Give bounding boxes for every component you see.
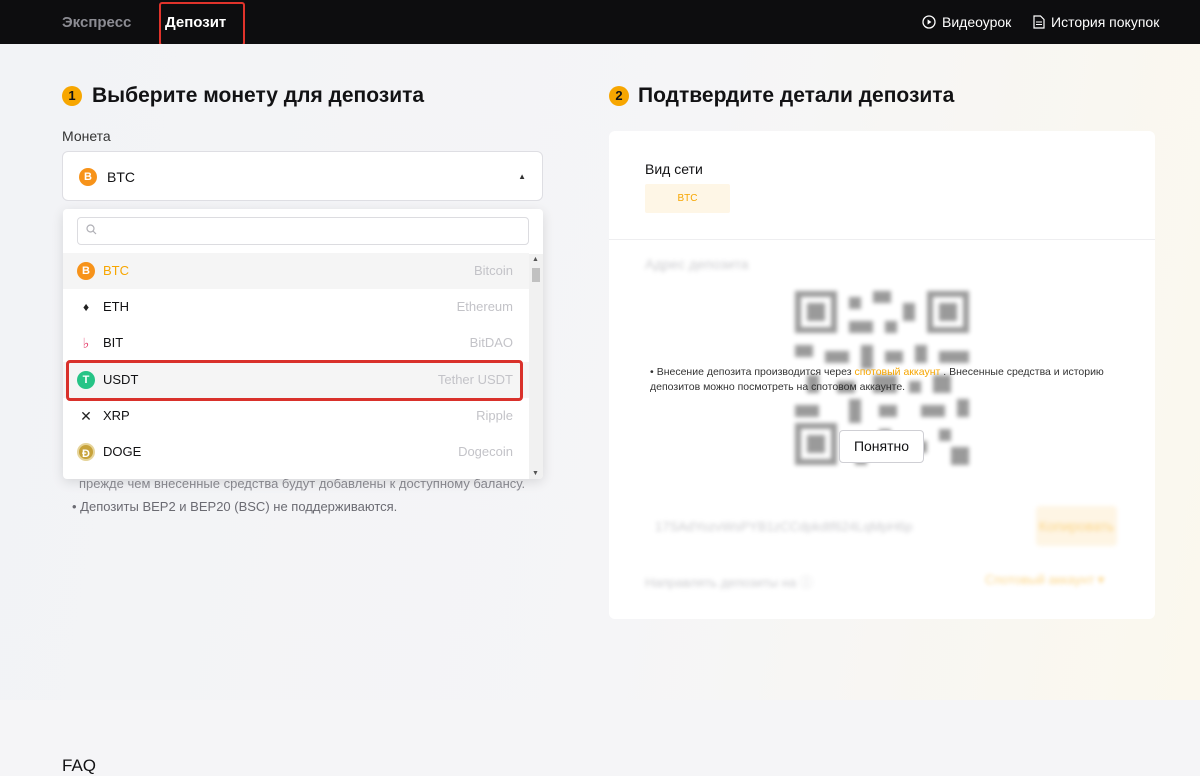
copy-address-button[interactable]: Копировать — [1036, 506, 1117, 546]
btc-coin-icon: B — [79, 168, 97, 186]
video-tutorial-label: Видеоурок — [942, 14, 1012, 30]
highlight-box-deposit-tab — [159, 2, 245, 46]
deposit-destination-select[interactable]: Спотовый аккаунт ▾ — [985, 572, 1104, 588]
eth-coin-icon: ♦ — [82, 300, 90, 314]
highlight-box-usdt — [66, 360, 523, 401]
coin-search-input[interactable] — [77, 217, 529, 245]
coin-option-name: Ethereum — [456, 299, 513, 314]
caret-up-icon: ▲ — [518, 172, 526, 181]
deposit-note-bep: • Депозиты BEP2 и BEP20 (BSC) не поддерж… — [72, 499, 398, 514]
coin-dropdown: B BTC Bitcoin ♦ ETH Ethereum ♭ BIT BitDA… — [63, 209, 543, 479]
video-tutorial-link[interactable]: Видеоурок — [922, 14, 1011, 30]
coin-option-symbol: XRP — [103, 408, 130, 423]
info-text-before: Внесение депозита производится через — [656, 366, 855, 378]
coin-option-bit[interactable]: ♭ BIT BitDAO — [63, 325, 529, 361]
coin-option-symbol: BTC — [103, 263, 129, 278]
info-bullet: • — [650, 366, 654, 378]
purchase-history-link[interactable]: История покупок — [1033, 14, 1159, 30]
play-circle-icon — [922, 15, 936, 29]
top-navigation-bar: Экспресс Депозит Видеоурок История покуп… — [0, 0, 1200, 46]
faq-heading: FAQ — [62, 756, 97, 775]
coin-option-name: BitDAO — [469, 335, 513, 350]
coin-option-eth[interactable]: ♦ ETH Ethereum — [63, 289, 529, 325]
coin-option-symbol: ETH — [103, 299, 129, 314]
step-2-badge: 2 — [609, 86, 629, 106]
deposit-address-value: 17SAdYozvWsPYB1zCCdpkdtf624LqMpH6p — [655, 519, 913, 534]
coin-option-symbol: BIT — [103, 335, 124, 350]
coin-select[interactable]: B BTC ▲ — [62, 151, 543, 201]
spot-account-link[interactable]: спотовый аккаунт — [854, 366, 940, 378]
bitdao-coin-icon: ♭ — [82, 335, 90, 351]
coin-option-name: Ripple — [476, 408, 513, 423]
faq-section: FAQ — [0, 700, 1200, 776]
search-icon — [86, 224, 97, 235]
scroll-up-arrow-icon[interactable]: ▲ — [532, 256, 539, 263]
coin-option-name: Bitcoin — [473, 263, 513, 278]
understood-button[interactable]: Понятно — [839, 430, 924, 463]
coin-option-doge[interactable]: Ð DOGE Dogecoin — [63, 434, 529, 470]
coin-option-name: Dogecoin — [458, 444, 513, 459]
step-1-badge: 1 — [62, 86, 82, 106]
step-2-title: Подтвердите детали депозита — [638, 84, 955, 107]
document-icon — [1033, 15, 1045, 29]
coin-option-xrp[interactable]: ✕ XRP Ripple — [63, 398, 529, 434]
spot-account-info-text: • Внесение депозита производится через сп… — [650, 365, 1120, 395]
network-chip[interactable]: BTC — [645, 184, 730, 213]
coin-field-label: Монета — [62, 128, 111, 144]
deposit-destination-label: Направлять депозиты на ⓘ — [645, 575, 813, 590]
scrollbar-thumb[interactable] — [532, 268, 540, 282]
doge-coin-icon: Ð — [77, 443, 95, 461]
dropdown-scrollbar[interactable]: ▲ ▼ — [529, 254, 543, 479]
step-1-title: Выберите монету для депозита — [92, 84, 425, 107]
btc-coin-icon: B — [77, 262, 95, 280]
coin-option-btc[interactable]: B BTC Bitcoin — [63, 253, 529, 289]
network-label: Вид сети — [645, 161, 703, 177]
tab-express[interactable]: Экспресс — [62, 14, 131, 31]
deposit-details-card: Вид сети BTC Адрес депозита 17SAdYozvWsP… — [609, 131, 1155, 619]
xrp-coin-icon: ✕ — [80, 408, 92, 424]
deposit-address-label: Адрес депозита — [645, 256, 749, 272]
main-content: 1 Выберите монету для депозита Монета B … — [0, 44, 1200, 700]
scroll-down-arrow-icon[interactable]: ▼ — [532, 470, 539, 477]
card-divider — [609, 239, 1155, 240]
coin-select-value: BTC — [107, 169, 135, 185]
purchase-history-label: История покупок — [1051, 14, 1160, 30]
coin-option-symbol: DOGE — [103, 444, 142, 459]
